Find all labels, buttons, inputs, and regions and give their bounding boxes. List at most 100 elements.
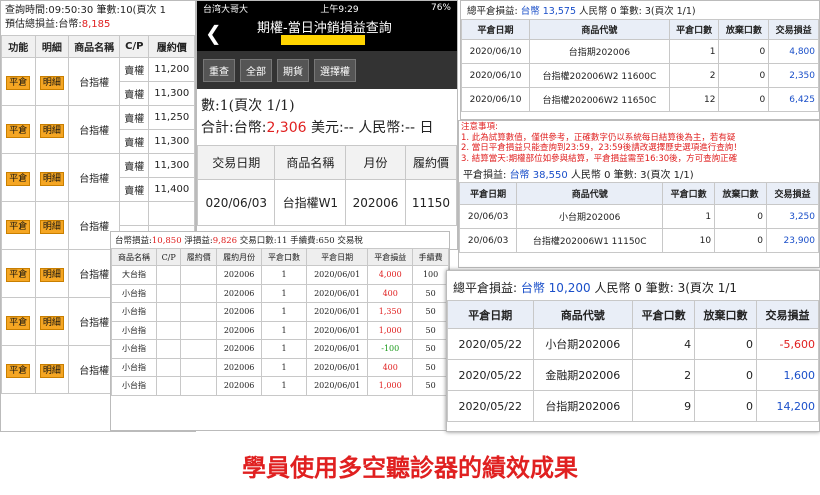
table-row: 平倉 明細 台指權: [1, 201, 195, 250]
table-cell: 2,350: [768, 63, 819, 88]
column-header: 平倉日期: [459, 182, 518, 205]
table-cell: 台指期202006: [529, 39, 670, 64]
call-put: 賣權: [119, 153, 150, 178]
close-position-button[interactable]: 平倉: [6, 76, 31, 90]
close-position-button[interactable]: 平倉: [6, 220, 31, 234]
table-cell: 小台指: [111, 339, 157, 359]
table-cell: 2020/06/01: [306, 357, 369, 377]
table-cell: 50: [412, 376, 449, 396]
notice-line: 注意事項:: [461, 122, 498, 132]
table-row: 平倉 明細 台指權 賣權 11,300: [1, 153, 195, 202]
table-cell: [155, 283, 182, 303]
column-header: 平倉口數: [668, 19, 720, 40]
table-row: 2020/06/10 台指權202006W2 11650C 12 0 6,425: [461, 87, 819, 112]
table-cell: 6,425: [768, 87, 819, 112]
call-put: 賣權: [119, 105, 150, 130]
column-header: 交易損益: [768, 19, 819, 40]
table-cell: -5,600: [756, 328, 819, 360]
table-cell: [155, 376, 182, 396]
pnl-table: 平倉日期 商品代號 平倉口數 放棄口數 交易損益 2020/06/10 台指期202006 1…: [461, 19, 819, 112]
table-cell: 202006: [216, 339, 263, 359]
table-cell: 0: [694, 390, 758, 422]
close-position-button[interactable]: 平倉: [6, 364, 31, 378]
table-cell: 台指期202006: [532, 390, 634, 422]
column-header: 履約價: [148, 35, 195, 58]
table-row: 小台指 202006 1 2020/06/01 1,350 50: [111, 302, 449, 322]
query-info: 查詢時間:09:50:30 筆數:10(頁次 1 預估總損益:台幣:8,185: [1, 1, 195, 35]
table-cell: 1: [261, 339, 308, 359]
table-cell: 小台指: [111, 283, 157, 303]
notice-line: 1. 此為試算數值，僅供參考，正確數字仍以系統每日結算後為主，若有疑: [461, 132, 736, 143]
call-put: 賣權: [119, 129, 150, 154]
summary-line: 台幣損益:10,850 淨損益:9,826 交易口數:11 手續費:650 交易…: [115, 236, 363, 246]
table-cell: 台指權202006W2 11600C: [529, 63, 670, 88]
table-cell: [180, 376, 218, 396]
column-header: C/P: [155, 248, 182, 266]
detail-button[interactable]: 明細: [39, 268, 64, 282]
table-row: 小台指 202006 1 2020/06/01 1,000 50: [111, 376, 449, 396]
strike-price: [148, 201, 195, 226]
table-row: 小台指 202006 1 2020/06/01 400 50: [111, 283, 449, 303]
table-cell: 小台指: [111, 320, 157, 340]
column-header: 交易損益: [756, 300, 819, 329]
table-cell: [155, 339, 182, 359]
detail-button[interactable]: 明細: [39, 76, 64, 90]
back-icon[interactable]: ❮: [205, 21, 222, 45]
column-header: 放棄口數: [694, 300, 758, 329]
table-cell: 金融期202006: [532, 359, 634, 391]
product-name: 台指權: [68, 105, 121, 154]
strike-price: 11,300: [148, 153, 195, 178]
detail-button[interactable]: 明細: [39, 172, 64, 186]
highlight-bar: [281, 35, 365, 45]
column-header: 履約月份: [216, 248, 263, 266]
futures-button[interactable]: 期貨: [277, 58, 309, 82]
table-cell: [155, 302, 182, 322]
table-row: 平倉 明細 台指權 賣權 11,250: [1, 105, 195, 154]
table-cell: [155, 320, 182, 340]
table-cell: [155, 357, 182, 377]
close-position-button[interactable]: 平倉: [6, 268, 31, 282]
close-position-button[interactable]: 平倉: [6, 124, 31, 138]
table-cell: 0: [718, 39, 770, 64]
table-cell: 2020/05/22: [447, 390, 534, 422]
closed-position-panel: 台幣損益:10,850 淨損益:9,826 交易口數:11 手續費:650 交易…: [110, 231, 450, 431]
table-cell: 1: [662, 204, 716, 229]
table-cell: 2020/06/10: [461, 63, 531, 88]
table-cell: 2020/06/01: [306, 302, 369, 322]
call-put: 賣權: [119, 81, 150, 106]
table-cell: 4: [632, 328, 696, 360]
summary-line: 平倉損益: 台幣 38,550 人民幣 0 筆數: 3(頁次 1/1): [463, 170, 694, 181]
table-cell: [180, 283, 218, 303]
call-put: [119, 201, 150, 226]
close-position-button[interactable]: 平倉: [6, 316, 31, 330]
table-cell: 0: [718, 63, 770, 88]
table-cell: 0: [714, 204, 768, 229]
query-time-line: 查詢時間:09:50:30 筆數:10(頁次 1: [5, 5, 166, 16]
column-header: 商品代號: [529, 19, 670, 40]
all-button[interactable]: 全部: [240, 58, 272, 82]
pnl-summary-panel-3: 總平倉損益: 台幣 10,200 人民幣 0 筆數: 3(頁次 1/1 平倉日期…: [446, 270, 820, 432]
column-header: 放棄口數: [714, 182, 768, 205]
status-bar: 台湾大哥大 上午9:29 76%: [197, 1, 457, 15]
detail-button[interactable]: 明細: [39, 220, 64, 234]
column-header: 平倉口數: [632, 300, 696, 329]
table-row: 2020/06/10 台指權202006W2 11600C 2 0 2,350: [461, 63, 819, 88]
requery-button[interactable]: 重查: [203, 58, 235, 82]
filter-toolbar: 重查 全部 期貨 選擇權: [197, 51, 457, 89]
detail-button[interactable]: 明細: [39, 364, 64, 378]
detail-button[interactable]: 明細: [39, 124, 64, 138]
options-button[interactable]: 選擇權: [314, 58, 356, 82]
table-cell: 23,900: [766, 228, 819, 253]
table-cell: 1: [261, 283, 308, 303]
table-cell: 400: [367, 357, 414, 377]
table-cell: 2020/06/01: [306, 339, 369, 359]
column-header: 履約價: [180, 248, 218, 266]
table-cell: 小台指: [111, 357, 157, 377]
day-trade-pnl-screen: 台湾大哥大 上午9:29 76% ❮ 期權-當日沖銷損益查詢 重查 全部 期貨 …: [196, 0, 458, 250]
table-cell: 小台期202006: [532, 328, 634, 360]
table-cell: 0: [718, 87, 770, 112]
table-cell: 12: [668, 87, 720, 112]
detail-button[interactable]: 明細: [39, 316, 64, 330]
table-row: 大台指 202006 1 2020/06/01 4,000 100: [111, 265, 449, 285]
close-position-button[interactable]: 平倉: [6, 172, 31, 186]
